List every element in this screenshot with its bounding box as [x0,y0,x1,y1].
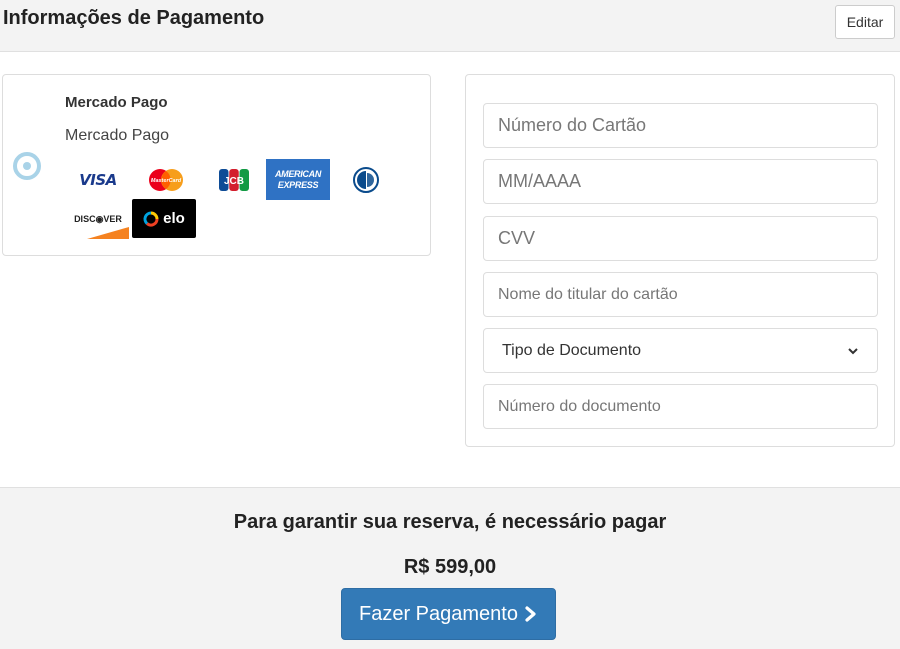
amex-logo-icon: AMERICAN EXPRESS [266,159,330,200]
discover-logo-icon: DISC◉VER [67,201,129,239]
card-form: Tipo de Documento [465,74,895,447]
document-type-selected-value: Tipo de Documento [502,341,642,359]
chevron-down-icon [848,347,858,354]
make-payment-label: Fazer Pagamento [359,602,518,625]
payment-amount: R$ 599,00 [403,556,497,578]
payment-footer: Para garantir sua reserva, é necessário … [0,487,900,649]
make-payment-button[interactable]: Fazer Pagamento [341,588,556,640]
cvv-input[interactable] [483,216,878,261]
visa-logo-icon: VISA [67,163,129,197]
document-number-input[interactable] [483,384,878,429]
payment-method-name: Mercado Pago [65,94,168,111]
mastercard-logo-svg: MasterCard [149,169,183,191]
payment-notice: Para garantir sua reserva, é necessário … [233,511,667,533]
page-title: Informações de Pagamento [3,7,265,29]
card-number-input[interactable] [483,103,878,148]
diners-club-icon [335,163,397,197]
elo-logo-text: elo [163,210,185,227]
jcb-logo-icon: JCB [203,163,265,197]
amex-line2: EXPRESS [277,179,319,190]
payment-method-card[interactable]: Mercado Pago Mercado Pago VISA MasterCar… [2,74,431,256]
payment-method-radio[interactable] [13,152,41,180]
elo-ring-svg [143,210,159,227]
elo-logo-icon: elo [132,199,196,238]
edit-button[interactable]: Editar [835,5,895,39]
jcb-logo-text: JCB [224,176,244,187]
document-type-select[interactable]: Tipo de Documento [483,328,878,373]
visa-logo-text: VISA [79,171,117,189]
chevron-right-icon [525,606,536,622]
diners-club-svg [353,167,379,193]
discover-logo-text: DISC◉VER [74,214,122,224]
amex-line1: AMERICAN [274,168,322,179]
discover-logo-svg: DISC◉VER [74,214,129,239]
mastercard-logo-icon: MasterCard [135,163,197,197]
jcb-logo-svg: JCB [219,169,249,191]
page-header: Informações de Pagamento Editar [0,0,900,52]
expiry-date-input[interactable] [483,159,878,204]
mastercard-logo-text: MasterCard [151,178,182,184]
payment-method-subtitle: Mercado Pago [65,127,170,144]
cardholder-name-input[interactable] [483,272,878,317]
